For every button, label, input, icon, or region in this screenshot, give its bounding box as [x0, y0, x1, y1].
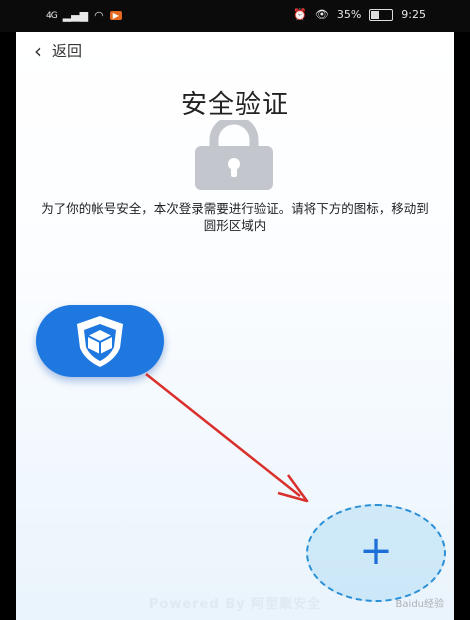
eye-icon: 👁 [314, 8, 329, 21]
powered-by-footer: Powered By 阿里聚安全 [148, 597, 322, 612]
signal-icon: 4G [46, 10, 58, 21]
plus-icon: + [359, 528, 393, 574]
wifi-icon: ◠ [94, 9, 104, 22]
battery-percent: 35% [336, 8, 362, 21]
status-bar: 4G ▂▄▆ ◠ ▶ ⏰ 👁 35% 9:25 [0, 0, 470, 32]
status-right: ⏰ 👁 35% 9:25 [293, 8, 426, 21]
status-left: 4G ▂▄▆ ◠ ▶ [46, 9, 122, 22]
battery-icon [369, 8, 394, 21]
signal-bars-icon: ▂▄▆ [62, 9, 89, 22]
watermark: Baidu经验 [395, 599, 444, 610]
notification-icon: ▶ [109, 11, 122, 20]
clock-time: 9:25 [401, 8, 426, 21]
verification-screen: ‹ 返回 安全验证 为了你的帐号安全，本次登录需要进行验证。请将下方的图标，移动… [16, 32, 454, 620]
drop-target-circle[interactable]: + [306, 504, 446, 602]
alarm-icon: ⏰ [293, 8, 307, 21]
